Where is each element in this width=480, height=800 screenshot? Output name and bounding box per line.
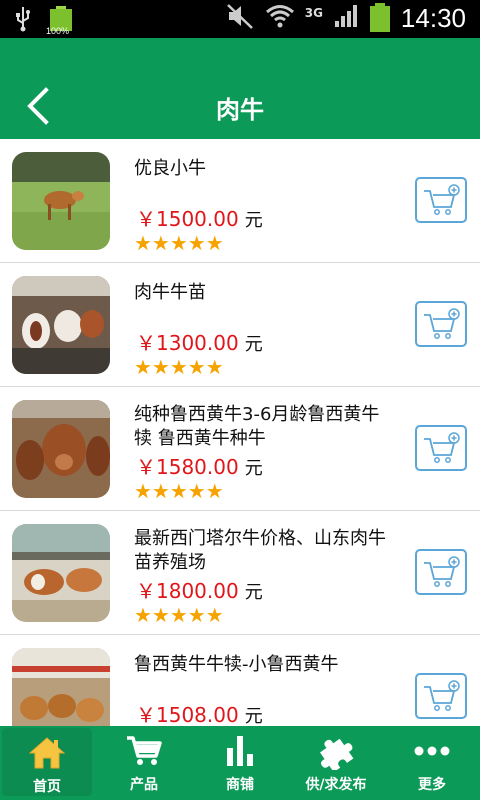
cart-plus-icon xyxy=(424,680,460,711)
product-name[interactable]: 纯种鲁西黄牛3-6月龄鲁西黄牛犊 鲁西黄牛种牛 xyxy=(134,403,394,451)
home-icon xyxy=(28,737,66,769)
tab-label: 供/求发布 xyxy=(305,777,367,793)
product-name[interactable]: 肉牛牛苗 xyxy=(134,281,394,305)
rating-stars: ★★★★★ xyxy=(134,479,224,503)
list-item[interactable]: 鲁西黄牛牛犊-小鲁西黄牛 ￥1508.00元 ★★★★★ xyxy=(0,635,480,726)
bottom-tab-bar: 首页 产品 商铺 供/求发布 更多 xyxy=(0,726,480,800)
list-item[interactable]: 优良小牛 ￥1500.00 元 ★★★★★ xyxy=(0,139,480,263)
tab-label: 商铺 xyxy=(226,777,254,793)
tab-products[interactable]: 产品 xyxy=(96,726,192,800)
puzzle-icon xyxy=(320,738,354,770)
rating-stars: ★★★★★ xyxy=(134,231,224,255)
product-image xyxy=(12,400,110,498)
battery-percent: 100% xyxy=(46,26,70,36)
cart-plus-icon xyxy=(424,308,460,339)
page-title: 肉牛 xyxy=(216,96,264,124)
tab-shops[interactable]: 商铺 xyxy=(192,726,288,800)
clock: 14:30 xyxy=(400,2,466,33)
add-to-cart-button[interactable] xyxy=(415,673,467,719)
cart-plus-icon xyxy=(424,556,460,587)
cart-plus-icon xyxy=(424,432,460,463)
add-to-cart-button[interactable] xyxy=(415,549,467,595)
product-price: ￥1300.00 元 xyxy=(136,331,263,355)
product-image xyxy=(12,524,110,622)
add-to-cart-button[interactable] xyxy=(415,301,467,347)
tab-more[interactable]: 更多 xyxy=(384,726,480,800)
add-to-cart-button[interactable] xyxy=(415,425,467,471)
signal-icon xyxy=(333,3,359,33)
wifi-icon xyxy=(265,3,295,33)
product-name[interactable]: 最新西门塔尔牛价格、山东肉牛苗养殖场 xyxy=(134,527,394,575)
product-image xyxy=(12,276,110,374)
rating-stars: ★★★★★ xyxy=(134,355,224,379)
list-item[interactable]: 最新西门塔尔牛价格、山东肉牛苗养殖场 ￥1800.00 元 ★★★★★ xyxy=(0,511,480,635)
tab-label: 首页 xyxy=(33,779,61,795)
mute-icon xyxy=(225,2,255,34)
cart-icon xyxy=(127,736,162,765)
product-price: ￥1580.00 元 xyxy=(136,455,263,479)
product-image xyxy=(12,152,110,250)
usb-icon xyxy=(14,6,32,36)
status-bar: 100% 3G 14:30 xyxy=(0,0,480,38)
add-to-cart-button[interactable] xyxy=(415,177,467,223)
tab-publish[interactable]: 供/求发布 xyxy=(288,726,384,800)
product-name[interactable]: 优良小牛 xyxy=(134,157,394,181)
list-item[interactable]: 纯种鲁西黄牛3-6月龄鲁西黄牛犊 鲁西黄牛种牛 ￥1580.00 元 ★★★★★ xyxy=(0,387,480,511)
cart-plus-icon xyxy=(424,184,460,215)
product-name[interactable]: 鲁西黄牛牛犊-小鲁西黄牛 xyxy=(134,653,394,677)
battery-full-icon xyxy=(369,3,391,33)
product-price: ￥1800.00 元 xyxy=(136,579,263,603)
bar-chart-icon xyxy=(227,736,253,766)
product-price: ￥1500.00 元 xyxy=(136,207,263,231)
more-dots-icon xyxy=(414,746,450,756)
product-price: ￥1508.00 元 xyxy=(136,703,263,726)
app-header: 肉牛 xyxy=(0,38,480,139)
battery-icon: 100% xyxy=(46,6,74,36)
product-list[interactable]: 优良小牛 ￥1500.00 元 ★★★★★ 肉牛牛苗 ￥1300.00 元 ★★★★… xyxy=(0,139,480,726)
tab-label: 产品 xyxy=(130,777,158,793)
network-type-label: 3G xyxy=(304,6,323,20)
tab-label: 更多 xyxy=(418,777,446,793)
product-image xyxy=(12,648,110,726)
rating-stars: ★★★★★ xyxy=(134,603,224,627)
tab-home[interactable]: 首页 xyxy=(2,728,92,796)
list-item[interactable]: 肉牛牛苗 ￥1300.00 元 ★★★★★ xyxy=(0,263,480,387)
